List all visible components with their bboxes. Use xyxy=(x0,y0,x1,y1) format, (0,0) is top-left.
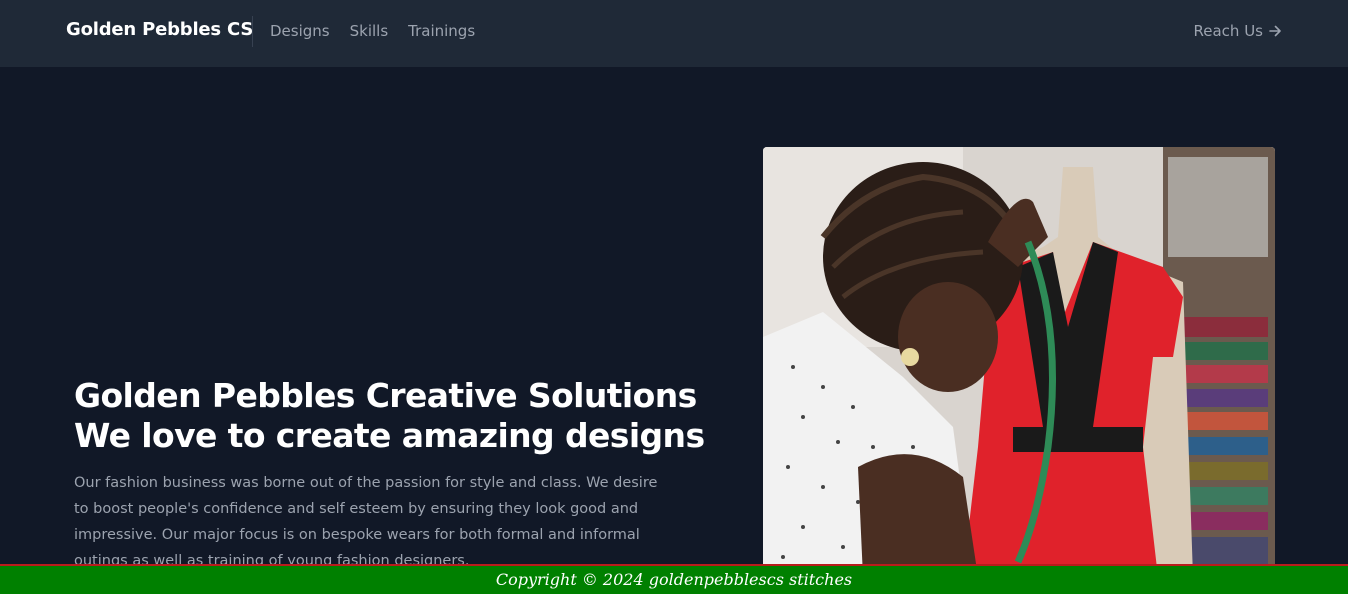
navbar: Golden Pebbles CS Designs Skills Trainin… xyxy=(0,0,1348,67)
hero-title-line1: Golden Pebbles Creative Solutions xyxy=(74,376,697,415)
reach-us-label: Reach Us xyxy=(1193,22,1264,40)
nav-link-skills[interactable]: Skills xyxy=(350,22,389,40)
hero-title-line2: We love to create amazing designs xyxy=(74,416,705,455)
hero-photo xyxy=(763,147,1275,577)
arrow-right-icon xyxy=(1269,25,1281,37)
copyright-text: Copyright © 2024 goldenpebblescs stitche… xyxy=(495,570,853,589)
tailor-measuring-dress-image xyxy=(763,147,1275,577)
hero-title: Golden Pebbles Creative Solutions We lov… xyxy=(74,376,705,456)
hero-text: Golden Pebbles Creative Solutions We lov… xyxy=(74,376,705,574)
hero-description: Our fashion business was borne out of th… xyxy=(74,475,658,569)
nav-link-trainings[interactable]: Trainings xyxy=(408,22,475,40)
reach-us-link[interactable]: Reach Us xyxy=(1194,22,1283,40)
footer: Copyright © 2024 goldenpebblescs stitche… xyxy=(0,564,1348,594)
brand-logo[interactable]: Golden Pebbles CS xyxy=(66,19,253,40)
nav-divider xyxy=(252,16,253,47)
nav-link-designs[interactable]: Designs xyxy=(270,22,330,40)
nav-links: Designs Skills Trainings xyxy=(270,22,475,40)
